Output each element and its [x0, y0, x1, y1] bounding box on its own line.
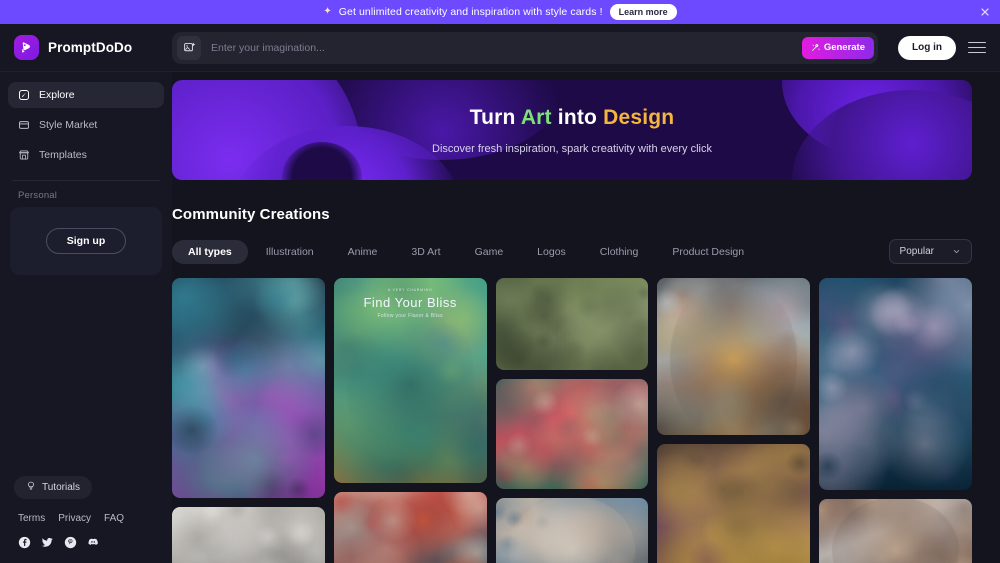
compass-icon	[18, 89, 30, 101]
gallery-column	[495, 278, 649, 563]
card-ethereal-woman-dress[interactable]	[172, 278, 325, 498]
pinterest-icon[interactable]	[64, 536, 77, 549]
card-jellyfish-underwater[interactable]	[819, 278, 972, 490]
tab-clothing[interactable]: Clothing	[584, 240, 655, 264]
sort-dropdown[interactable]: Popular	[888, 239, 972, 264]
wallet-icon	[18, 119, 30, 131]
card-freckled-woman-jacket[interactable]	[657, 278, 811, 435]
card-turtle-sunglasses[interactable]: A VERY CHARMING Find Your Bliss Follow you…	[333, 278, 487, 483]
card-silver-sculpture[interactable]	[172, 507, 325, 563]
wand-icon	[811, 43, 820, 51]
hero-title-design: Design	[603, 105, 675, 129]
card-woman-forest-book[interactable]	[495, 278, 649, 370]
hero-subtitle: Discover fresh inspiration, spark creati…	[432, 142, 712, 155]
sort-value: Popular	[899, 246, 934, 257]
templates-grid-icon	[18, 149, 30, 161]
generate-button[interactable]: Generate	[801, 36, 874, 59]
category-tabs: All types Illustration Anime 3D Art Game…	[172, 239, 760, 264]
login-button[interactable]: Log in	[898, 35, 956, 60]
gallery-grid: A VERY CHARMING Find Your Bliss Follow you…	[172, 278, 972, 563]
gallery-column	[172, 278, 325, 563]
hero-title-part2: into	[551, 105, 604, 129]
footer-link-faq[interactable]: FAQ	[104, 513, 124, 524]
gallery-column	[819, 278, 972, 563]
tab-anime[interactable]: Anime	[332, 240, 394, 264]
hero-banner: Turn Art into Design Discover fresh insp…	[172, 80, 972, 180]
facebook-icon[interactable]	[18, 536, 31, 549]
promo-text: Get unlimited creativity and inspiration…	[338, 5, 603, 18]
footer-link-terms[interactable]: Terms	[18, 513, 45, 524]
sidebar-item-templates[interactable]: Templates	[8, 142, 164, 168]
page-title: Community Creations	[172, 206, 330, 223]
close-icon[interactable]	[979, 6, 991, 18]
footer-links: Terms Privacy FAQ	[10, 499, 162, 524]
lightbulb-icon	[26, 481, 36, 494]
sidebar-item-label: Explore	[39, 89, 75, 101]
sidebar-item-label: Templates	[39, 149, 87, 161]
card-floral-goddess[interactable]	[495, 379, 649, 489]
card-ornate-helmet[interactable]	[657, 444, 811, 563]
learn-more-button[interactable]: Learn more	[609, 4, 677, 20]
sidebar-item-explore[interactable]: Explore	[8, 82, 164, 108]
gallery-column	[657, 278, 811, 563]
app-header: PromptDoDo Generate Log in	[0, 24, 1000, 72]
gallery-column: A VERY CHARMING Find Your Bliss Follow you…	[333, 278, 487, 563]
hero-title-art: Art	[520, 105, 552, 129]
main-content: Turn Art into Design Discover fresh insp…	[172, 72, 1000, 563]
tab-game[interactable]: Game	[459, 240, 520, 264]
tab-all-types[interactable]: All types	[172, 239, 248, 264]
promo-banner: ✦ Get unlimited creativity and inspirati…	[0, 0, 1000, 24]
card-blue-eyes-portrait[interactable]	[495, 498, 649, 563]
tab-illustration[interactable]: Illustration	[250, 240, 330, 264]
footer-link-privacy[interactable]: Privacy	[58, 513, 91, 524]
chevron-down-icon	[953, 250, 960, 254]
hero-title-part1: Turn	[469, 105, 521, 129]
hero-title: Turn Art into Design	[470, 106, 675, 130]
social-links	[10, 524, 162, 549]
discord-icon[interactable]	[87, 536, 100, 549]
brand-logo[interactable]: PromptDoDo	[0, 35, 172, 60]
tutorials-label: Tutorials	[42, 482, 80, 493]
card-samurai-skull[interactable]	[333, 492, 487, 563]
filter-row: All types Illustration Anime 3D Art Game…	[172, 239, 972, 264]
generate-label: Generate	[823, 42, 865, 53]
sparkle-icon: ✦	[323, 5, 332, 17]
sidebar-section-label: Personal	[18, 190, 58, 201]
twitter-icon[interactable]	[41, 536, 54, 549]
tab-3d-art[interactable]: 3D Art	[395, 240, 456, 264]
search-bar[interactable]: Generate	[172, 31, 878, 64]
tutorials-button[interactable]: Tutorials	[14, 476, 92, 499]
search-input[interactable]	[203, 41, 800, 54]
signup-button[interactable]: Sign up	[45, 228, 127, 254]
promptdodo-logo-icon	[14, 35, 39, 60]
sidebar-item-style-market[interactable]: Style Market	[8, 112, 164, 138]
image-upload-icon[interactable]	[177, 35, 201, 60]
signup-card: Sign up	[10, 207, 162, 275]
sidebar: Explore Style Market Templates Personal …	[0, 72, 172, 563]
sidebar-item-label: Style Market	[39, 119, 98, 131]
brand-name: PromptDoDo	[48, 40, 133, 55]
card-white-hair-woman[interactable]	[819, 499, 972, 563]
tab-logos[interactable]: Logos	[521, 240, 582, 264]
hamburger-menu-icon[interactable]	[968, 41, 986, 54]
tab-product-design[interactable]: Product Design	[656, 240, 760, 264]
